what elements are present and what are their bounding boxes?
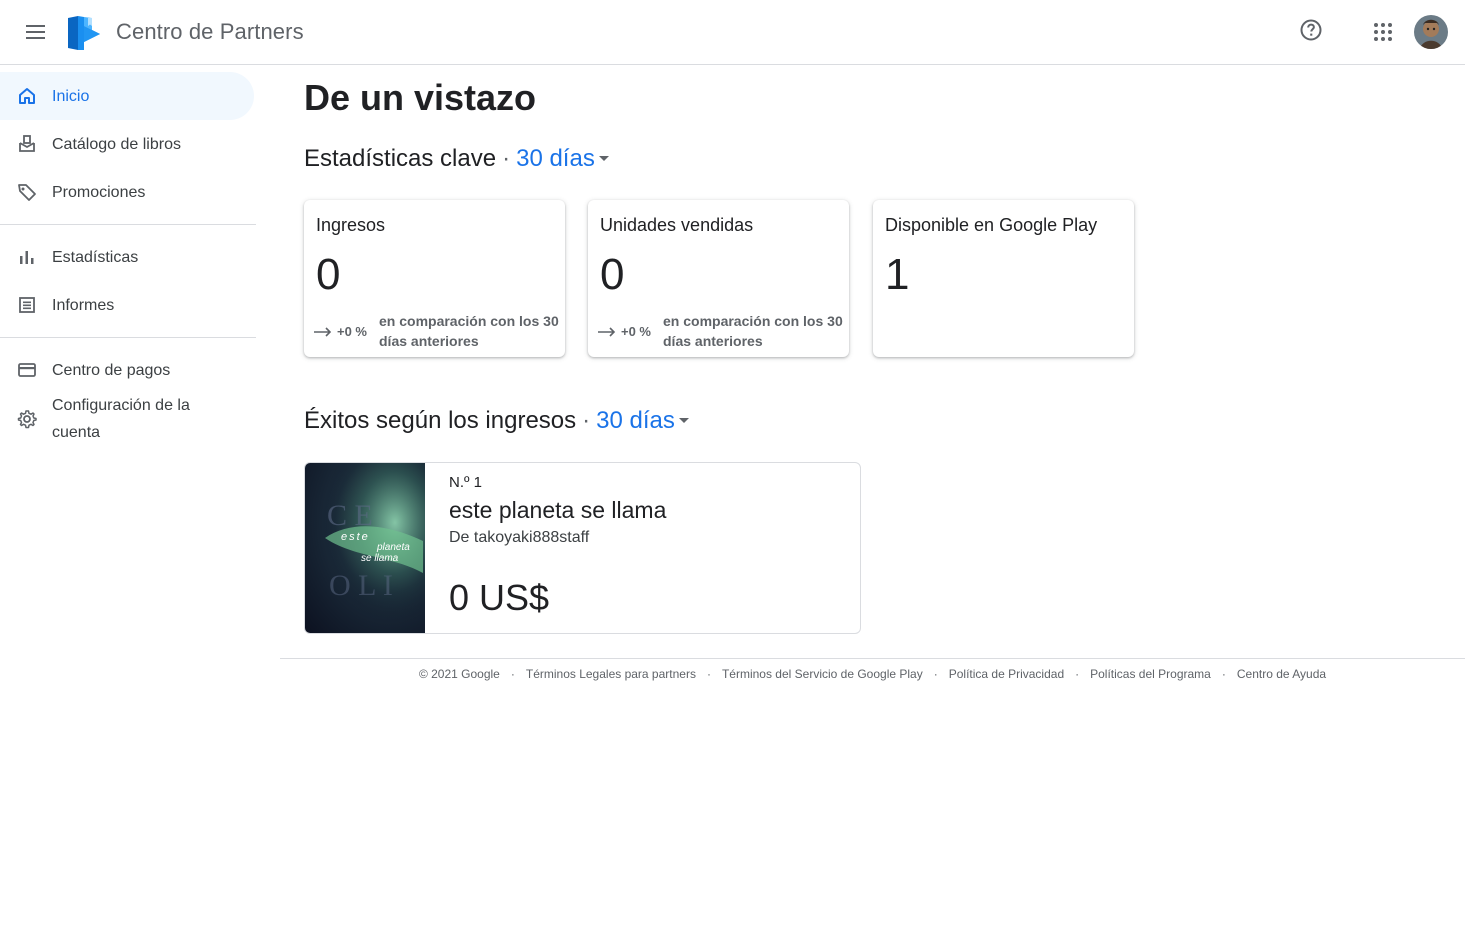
title-separator: ·: [582, 407, 591, 434]
avatar-image-icon: [1414, 15, 1448, 49]
top-seller-revenue: 0 US$: [449, 577, 550, 618]
footer-separator: ·: [933, 667, 938, 681]
credit-card-icon: [16, 359, 38, 381]
sidebar-item-label: Estadísticas: [52, 248, 139, 266]
sidebar-item-catalogo[interactable]: Catálogo de libros: [0, 120, 254, 168]
home-icon: [16, 85, 38, 107]
key-stats-range-label: 30 días: [516, 145, 595, 172]
sidebar-item-promociones[interactable]: Promociones: [0, 168, 254, 216]
book-catalog-icon: [16, 133, 38, 155]
account-avatar[interactable]: [1414, 15, 1448, 49]
stat-card-title: Disponible en Google Play: [885, 215, 1098, 235]
arrow-right-icon: [598, 326, 616, 337]
stat-card-value: 0: [600, 250, 625, 299]
svg-text:O L I: O L I: [329, 569, 393, 602]
bar-chart-icon: [16, 246, 38, 268]
apps-grid-icon: [1374, 23, 1392, 41]
book-cover-image: C E O L I este planeta se llama: [305, 463, 425, 633]
footer-separator: ·: [1221, 667, 1226, 681]
top-sellers-range-dropdown[interactable]: 30 días: [596, 407, 689, 435]
top-seller-title: este planeta se llama: [449, 497, 667, 523]
footer: © 2021 Google · Términos Legales para pa…: [280, 667, 1465, 681]
footer-link-terminos-servicio[interactable]: Términos del Servicio de Google Play: [722, 667, 923, 681]
help-circle-icon: [1300, 19, 1322, 41]
footer-separator: ·: [1075, 667, 1080, 681]
footer-divider: [280, 658, 1465, 659]
top-seller-rank: N.º 1: [449, 474, 482, 491]
google-apps-button[interactable]: [1365, 14, 1401, 50]
sidebar-item-label: Promociones: [52, 183, 146, 201]
sidebar-item-informes[interactable]: Informes: [0, 281, 254, 329]
stat-card-trend-value: +0 %: [337, 324, 367, 339]
top-app-bar: Centro de Partners: [0, 0, 1465, 65]
cover-text-line: este: [341, 531, 370, 543]
stat-card-value: 1: [885, 250, 910, 299]
stat-card-title: Ingresos: [316, 215, 386, 235]
sidebar-item-label: Configuración de la cuenta: [52, 397, 190, 441]
stat-card-trend: +0 %: [313, 324, 367, 339]
google-play-books-logo-icon: [68, 16, 100, 50]
sidebar-item-estadisticas[interactable]: Estadísticas: [0, 233, 254, 281]
sidebar-item-centro-de-pagos[interactable]: Centro de pagos: [0, 346, 254, 394]
top-seller-book-card[interactable]: C E O L I este planeta se llama N.º 1 es…: [304, 462, 861, 634]
footer-separator: ·: [706, 667, 711, 681]
top-sellers-range-label: 30 días: [596, 407, 675, 434]
footer-link-politica-privacidad[interactable]: Política de Privacidad: [949, 667, 1064, 681]
key-stats-title: Estadísticas clave: [304, 145, 497, 172]
side-navigation: Inicio Catálogo de libros Promociones Es…: [0, 65, 256, 925]
arrow-right-icon: [314, 326, 332, 337]
report-icon: [16, 294, 38, 316]
app-title: Centro de Partners: [116, 19, 304, 44]
stat-card-value: 0: [316, 250, 341, 299]
stat-card-unidades-vendidas: Unidades vendidas 0 +0 % en comparación …: [588, 200, 849, 357]
sidebar-item-label: Inicio: [52, 87, 90, 105]
stat-card-comparison: en comparación con los 30 días anteriore…: [379, 313, 559, 349]
stat-card-comparison: en comparación con los 30 días anteriore…: [663, 313, 843, 349]
top-seller-author: De takoyaki888staff: [449, 529, 590, 546]
cover-text-line: planeta: [377, 542, 410, 553]
cover-text-line: se llama: [361, 553, 399, 564]
footer-link-terminos-legales[interactable]: Términos Legales para partners: [526, 667, 696, 681]
page-title: De un vistazo: [304, 77, 537, 118]
stat-card-trend-value: +0 %: [621, 324, 651, 339]
sidebar-divider: [0, 337, 256, 338]
stat-card-title: Unidades vendidas: [600, 215, 754, 235]
key-stats-range-dropdown[interactable]: 30 días: [516, 145, 609, 173]
sidebar-item-label: Catálogo de libros: [52, 135, 181, 153]
gear-icon: [16, 408, 38, 430]
svg-text:C E: C E: [327, 499, 373, 532]
footer-copyright: © 2021 Google: [418, 667, 500, 681]
top-sellers-title: Éxitos según los ingresos: [304, 407, 577, 434]
sidebar-item-configuracion[interactable]: Configuración de la cuenta: [0, 392, 254, 446]
top-sellers-heading: Éxitos según los ingresos · 30 días: [304, 407, 689, 435]
sidebar-divider: [0, 224, 256, 225]
tag-icon: [16, 181, 38, 203]
footer-separator: ·: [510, 667, 515, 681]
key-stats-heading: Estadísticas clave · 30 días: [304, 145, 609, 173]
stat-card-ingresos: Ingresos 0 +0 % en comparación con los 3…: [304, 200, 565, 357]
sidebar-item-inicio[interactable]: Inicio: [0, 72, 254, 120]
title-separator: ·: [502, 145, 511, 172]
sidebar-item-label: Informes: [52, 296, 115, 314]
sidebar-item-label: Centro de pagos: [52, 361, 171, 379]
stat-card-trend: +0 %: [597, 324, 651, 339]
dropdown-arrow-icon: [678, 418, 689, 423]
footer-link-centro-ayuda[interactable]: Centro de Ayuda: [1237, 667, 1326, 681]
hamburger-menu-icon: [26, 25, 45, 39]
main-menu-button[interactable]: [18, 14, 54, 50]
help-button[interactable]: [1293, 12, 1329, 48]
footer-link-politicas-programa[interactable]: Políticas del Programa: [1090, 667, 1211, 681]
dropdown-arrow-icon: [598, 156, 609, 161]
stat-card-disponible-google-play: Disponible en Google Play 1: [873, 200, 1134, 357]
